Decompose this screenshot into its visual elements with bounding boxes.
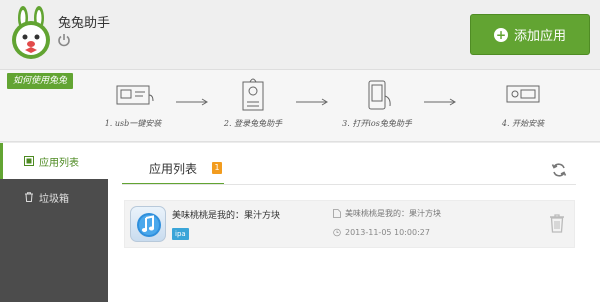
install-screen-icon (506, 85, 540, 103)
upload-date: 2013-11-05 10:00:27 (345, 228, 430, 237)
tab-app-list[interactable]: 应用列表 1 (122, 155, 224, 185)
main-panel: 应用列表 1 美味桃桃是我的：果汁方块 ipa 美味桃桃是我的：果汁方块 201… (108, 143, 600, 302)
app-list-icon (24, 156, 34, 166)
delete-trash-icon[interactable] (549, 213, 565, 233)
count-badge: 1 (212, 162, 222, 174)
file-info: 美味桃桃是我的：果汁方块 (333, 208, 441, 219)
rabbit-logo-icon (12, 6, 50, 59)
phone-hand-icon (368, 80, 391, 110)
step-usb-install: 1. usb一键安装 (78, 78, 188, 129)
date-info: 2013-11-05 10:00:27 (333, 228, 430, 237)
id-card-icon (242, 78, 264, 111)
itunes-app-icon (130, 206, 166, 242)
power-icon[interactable] (57, 33, 71, 47)
file-icon (333, 209, 341, 218)
sidebar: 应用列表 垃圾箱 (0, 143, 108, 302)
ipa-tag: ipa (172, 228, 189, 240)
add-app-label: 添加应用 (513, 29, 566, 44)
clock-icon (333, 228, 341, 237)
usb-cable-icon (116, 85, 154, 105)
howto-banner: 如何使用兔兔 1. usb一键安装 2. 登录兔兔助手 3. 打开ios兔兔助手 (0, 70, 600, 142)
list-item[interactable]: 美味桃桃是我的：果汁方块 ipa 美味桃桃是我的：果汁方块 2013-11-05… (124, 200, 575, 248)
app-title: 兔兔助手 (58, 16, 111, 31)
header-bar: 兔兔助手 + 添加应用 (0, 0, 600, 70)
trash-icon (25, 192, 33, 202)
step-label: 4. 开始安装 (501, 119, 545, 128)
step-login: 2. 登录兔兔助手 (198, 78, 308, 129)
refresh-icon[interactable] (551, 162, 567, 178)
sidebar-item-label: 垃圾箱 (39, 193, 69, 205)
howto-badge: 如何使用兔兔 (7, 73, 74, 89)
sidebar-item-trash[interactable]: 垃圾箱 (0, 179, 108, 215)
sidebar-item-app-list[interactable]: 应用列表 (0, 143, 108, 179)
step-open-ios: 3. 打开ios兔兔助手 (322, 78, 432, 129)
step-label: 3. 打开ios兔兔助手 (342, 119, 412, 128)
tab-label: 应用列表 (148, 162, 197, 176)
file-name: 美味桃桃是我的：果汁方块 (345, 209, 441, 218)
sidebar-item-label: 应用列表 (39, 157, 79, 169)
tab-divider (122, 184, 576, 185)
add-app-button[interactable]: + 添加应用 (470, 14, 590, 55)
arrow-icon (424, 98, 456, 106)
step-label: 1. usb一键安装 (104, 119, 162, 128)
app-name: 美味桃桃是我的：果汁方块 (172, 211, 281, 221)
step-label: 2. 登录兔兔助手 (223, 119, 283, 128)
step-start-install: 4. 开始安装 (468, 78, 578, 129)
plus-icon: + (493, 27, 508, 42)
